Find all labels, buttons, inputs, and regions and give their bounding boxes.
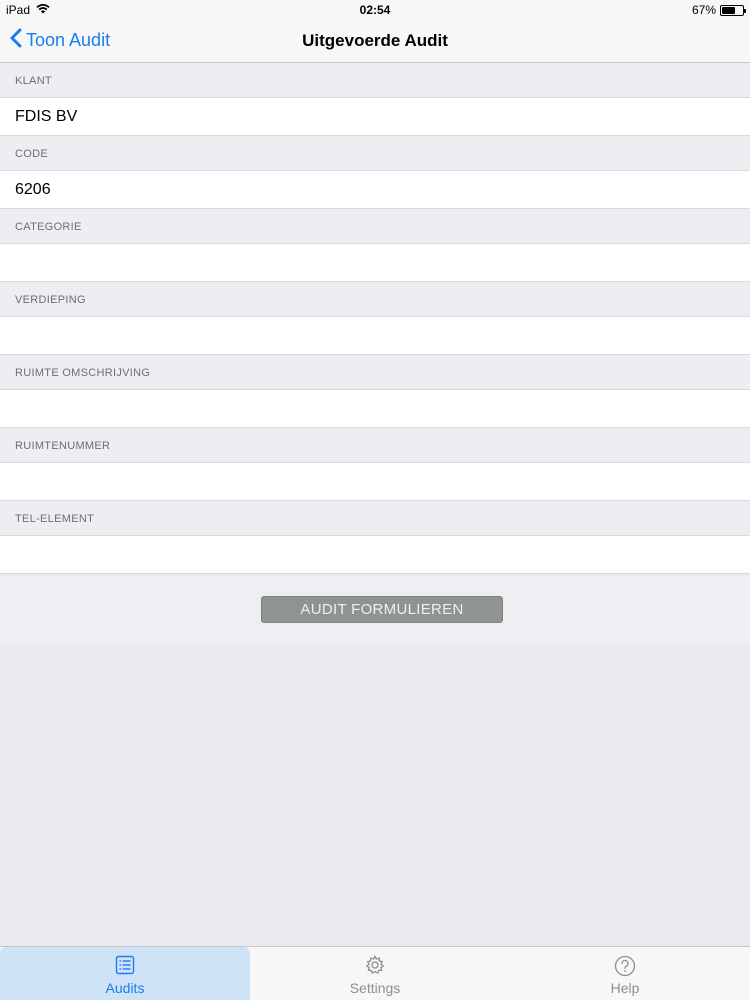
chevron-left-icon [10, 28, 22, 53]
code-label: CODE [0, 136, 750, 170]
battery-fill [722, 6, 736, 14]
battery-icon [720, 4, 746, 16]
tel-element-field[interactable] [0, 535, 750, 574]
screen: iPad 02:54 67% Toon Audit Uitgevoerde Au… [0, 0, 750, 1000]
tab-bar: Audits Settings Help [0, 946, 750, 1000]
help-icon [500, 955, 750, 977]
klant-label: KLANT [0, 63, 750, 97]
ruimte-omschrijving-label: RUIMTE OMSCHRIJVING [0, 355, 750, 389]
tab-help[interactable]: Help [500, 947, 750, 1000]
categorie-field[interactable] [0, 243, 750, 282]
audit-form: KLANT FDIS BV CODE 6206 CATEGORIE VERDIE… [0, 63, 750, 574]
navigation-bar: Toon Audit Uitgevoerde Audit [0, 20, 750, 63]
tab-settings[interactable]: Settings [250, 947, 500, 1000]
list-icon [0, 955, 250, 977]
page-title: Uitgevoerde Audit [302, 31, 448, 50]
status-time: 02:54 [359, 3, 391, 17]
ruimtenummer-label: RUIMTENUMMER [0, 428, 750, 462]
status-bar: iPad 02:54 67% [0, 0, 750, 20]
verdieping-label: VERDIEPING [0, 282, 750, 316]
ruimte-omschrijving-field[interactable] [0, 389, 750, 428]
tab-audits[interactable]: Audits [0, 947, 250, 1000]
ruimtenummer-field[interactable] [0, 462, 750, 501]
back-button-label: Toon Audit [26, 30, 111, 50]
categorie-label: CATEGORIE [0, 209, 750, 243]
tab-label: Settings [349, 980, 401, 996]
status-right: 67% [691, 3, 746, 17]
audit-formulieren-button[interactable]: AUDIT FORMULIEREN [261, 596, 503, 623]
back-button[interactable]: Toon Audit [10, 28, 110, 53]
klant-field[interactable]: FDIS BV [0, 97, 750, 136]
button-area: AUDIT FORMULIEREN [0, 576, 750, 644]
tab-label: Help [610, 980, 640, 996]
tab-label: Audits [105, 980, 145, 996]
tel-element-label: TEL-ELEMENT [0, 501, 750, 535]
gear-icon [250, 955, 500, 977]
verdieping-field[interactable] [0, 316, 750, 355]
battery-percent: 67% [691, 3, 716, 17]
code-field[interactable]: 6206 [0, 170, 750, 209]
